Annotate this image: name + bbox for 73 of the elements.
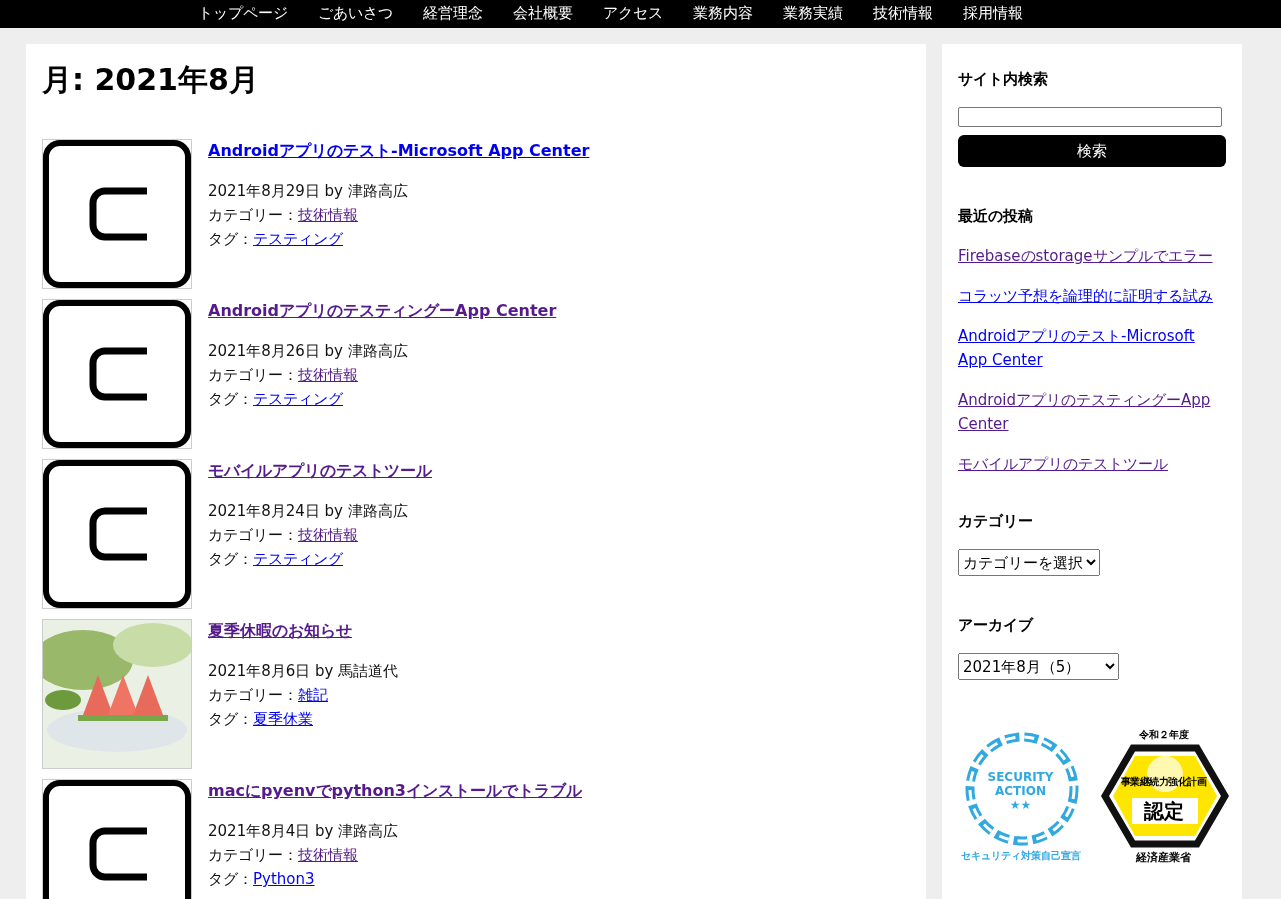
nav-link[interactable]: 採用情報 [948, 0, 1038, 28]
post-date: 2021年8月6日 [208, 662, 311, 680]
post-title-link[interactable]: macにpyenvでpython3インストールでトラブル [208, 779, 582, 803]
by-label: by [315, 662, 334, 680]
badge-stars: ★★ [1008, 798, 1033, 812]
category-link[interactable]: 技術情報 [298, 846, 358, 864]
widget-heading: アーカイブ [958, 616, 1035, 635]
c-logo-icon [43, 300, 191, 448]
post-date: 2021年8月4日 [208, 822, 311, 840]
nav-link[interactable]: ごあいさつ [303, 0, 408, 28]
category-link[interactable]: 技術情報 [298, 366, 358, 384]
post-author: 津路高広 [338, 822, 399, 840]
post-title-link[interactable]: モバイルアプリのテストツール [208, 459, 432, 483]
nav-link[interactable]: トップページ [183, 0, 303, 28]
category-link[interactable]: 雑記 [298, 686, 328, 704]
by-label: by [324, 342, 343, 360]
tag-label: タグ： [208, 230, 253, 248]
widget-heading: カテゴリー [958, 512, 1034, 531]
tag-link[interactable]: テスティング [253, 230, 343, 248]
by-label: by [324, 502, 343, 520]
tag-link[interactable]: テスティング [253, 390, 343, 408]
badge-ministry: 経済産業省 [1136, 851, 1191, 864]
c-logo-icon [43, 140, 191, 288]
badge-year: 令和２年度 [1138, 729, 1189, 740]
recent-post-link[interactable]: コラッツ予想を論理的に証明する試み [958, 284, 1226, 308]
category-label: カテゴリー： [208, 206, 298, 224]
post-date: 2021年8月29日 [208, 182, 320, 200]
recent-post-link[interactable]: モバイルアプリのテストツール [958, 452, 1226, 476]
category-label: カテゴリー： [208, 686, 298, 704]
nav-link[interactable]: 会社概要 [498, 0, 588, 28]
search-field[interactable] [958, 107, 1222, 127]
recent-post-link[interactable]: Androidアプリのテスト-Microsoft App Center [958, 324, 1226, 372]
category-label: カテゴリー： [208, 846, 298, 864]
nav-link[interactable]: 業務内容 [678, 0, 768, 28]
badge-main-text: 認定 [1143, 799, 1184, 823]
category-label: カテゴリー： [208, 366, 298, 384]
nav-link[interactable]: 業務実績 [768, 0, 858, 28]
c-logo-icon [43, 460, 191, 608]
badge-caption: セキュリティ対策自己宣言 [960, 850, 1081, 861]
post-author: 津路高広 [347, 182, 408, 200]
widget-heading: 最近の投稿 [958, 207, 1034, 226]
tag-link[interactable]: 夏季休業 [253, 710, 313, 728]
post-author: 津路高広 [347, 502, 408, 520]
category-link[interactable]: 技術情報 [298, 206, 358, 224]
nav-link[interactable]: 技術情報 [858, 0, 948, 28]
post-date: 2021年8月24日 [208, 502, 320, 520]
tag-link[interactable]: テスティング [253, 550, 343, 568]
recent-post-link[interactable]: Firebaseのstorageサンプルでエラー [958, 244, 1226, 268]
post-date: 2021年8月26日 [208, 342, 320, 360]
post-author: 馬詰道代 [338, 662, 399, 680]
category-dropdown[interactable]: カテゴリーを選択 [958, 549, 1100, 576]
tag-label: タグ： [208, 870, 253, 888]
nav-link[interactable]: アクセス [588, 0, 678, 28]
post-title-link[interactable]: Androidアプリのテスト-Microsoft App Center [208, 139, 590, 163]
category-link[interactable]: 技術情報 [298, 526, 358, 544]
tag-link[interactable]: Python3 [253, 870, 315, 888]
tag-label: タグ： [208, 390, 253, 408]
archive-dropdown[interactable]: 2021年8月（5） [958, 653, 1119, 680]
post-title-link[interactable]: AndroidアプリのテスティングーApp Center [208, 299, 557, 323]
post-title-link[interactable]: 夏季休暇のお知らせ [208, 619, 352, 643]
search-button[interactable]: 検索 [958, 135, 1226, 167]
post-author: 津路高広 [347, 342, 408, 360]
by-label: by [324, 182, 343, 200]
badge-text: SECURITY [986, 770, 1055, 784]
nav-link[interactable]: 経営理念 [408, 0, 498, 28]
badge-text: ACTION [994, 784, 1047, 798]
by-label: by [315, 822, 334, 840]
widget-heading: サイト内検索 [958, 70, 1049, 89]
tag-label: タグ： [208, 710, 253, 728]
category-label: カテゴリー： [208, 526, 298, 544]
archive-title: 月: 2021年8月 [42, 61, 260, 99]
recent-post-link[interactable]: AndroidアプリのテスティングーApp Center [958, 388, 1226, 436]
tag-label: タグ： [208, 550, 253, 568]
